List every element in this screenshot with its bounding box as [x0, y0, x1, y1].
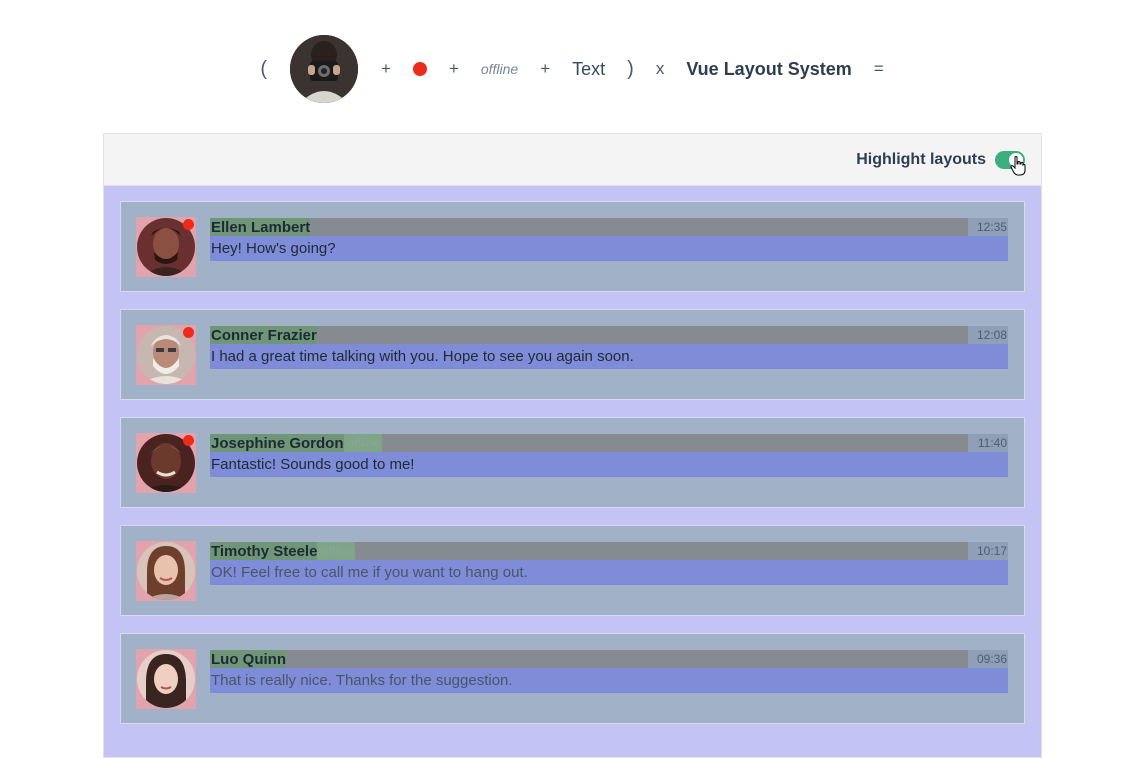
offline-label: offline	[343, 434, 382, 452]
close-paren: )	[627, 57, 634, 80]
online-status-dot	[183, 327, 194, 338]
name-wrap: Conner Frazier	[210, 326, 317, 344]
times-operator: x	[655, 59, 665, 78]
plus-operator: +	[380, 59, 391, 78]
offline-label: offline	[317, 542, 356, 560]
name-wrap: Timothy Steele offline	[210, 542, 356, 560]
highlight-layouts-label: Highlight layouts	[856, 150, 986, 168]
message-text: Fantastic! Sounds good to me!	[210, 452, 1008, 477]
message-row[interactable]: Conner Frazier 12:08 I had a great time …	[120, 309, 1025, 400]
contact-name: Timothy Steele	[211, 542, 318, 560]
plus-operator: +	[448, 59, 459, 78]
formula-banner: ( + + offline + Text ) x Vue Layout Syst…	[0, 30, 1144, 108]
message-time: 10:17	[968, 542, 1008, 560]
avatar-cell	[136, 541, 196, 601]
message-time: 12:08	[968, 326, 1008, 344]
contact-name: Josephine Gordon	[211, 434, 344, 452]
open-paren: (	[260, 57, 267, 80]
avatar-cell	[136, 649, 196, 709]
chat-list-panel: Highlight layouts Ellen Lambert 12:35 He…	[103, 133, 1042, 758]
name-wrap: Ellen Lambert	[210, 218, 311, 236]
title-bar: Josephine Gordon offline 11:40	[210, 434, 1008, 452]
name-wrap: Josephine Gordon offline	[210, 434, 382, 452]
message-time: 12:35	[968, 218, 1008, 236]
message-row[interactable]: Ellen Lambert 12:35 Hey! How's going?	[120, 201, 1025, 292]
contact-name: Conner Frazier	[211, 326, 317, 344]
message-text: I had a great time talking with you. Hop…	[210, 344, 1008, 369]
title-bar: Ellen Lambert 12:35	[210, 218, 1008, 236]
avatar-cell	[136, 325, 196, 385]
contact-name: Ellen Lambert	[211, 218, 311, 236]
avatar-cell	[136, 217, 196, 277]
avatar	[137, 542, 195, 600]
online-status-dot	[183, 219, 194, 230]
message-text: Hey! How's going?	[210, 236, 1008, 261]
offline-word: offline	[480, 61, 519, 77]
message-row[interactable]: Josephine Gordon offline 11:40 Fantastic…	[120, 417, 1025, 508]
contact-name: Luo Quinn	[211, 650, 286, 668]
message-row[interactable]: Luo Quinn 09:36 That is really nice. Tha…	[120, 633, 1025, 724]
status-dot-icon	[412, 62, 427, 76]
message-time: 11:40	[968, 434, 1008, 452]
online-status-dot	[183, 435, 194, 446]
message-time: 09:36	[968, 650, 1008, 668]
avatar	[137, 650, 195, 708]
equals-operator: =	[873, 59, 884, 78]
avatar-component-icon	[289, 35, 358, 103]
avatar-cell	[136, 433, 196, 493]
message-text: That is really nice. Thanks for the sugg…	[210, 668, 1008, 693]
brand-title: Vue Layout System	[686, 58, 852, 79]
panel-header: Highlight layouts	[104, 134, 1041, 186]
text-word: Text	[572, 58, 606, 79]
plus-operator: +	[540, 59, 551, 78]
message-text: OK! Feel free to call me if you want to …	[210, 560, 1008, 585]
title-bar: Timothy Steele offline 10:17	[210, 542, 1008, 560]
message-row[interactable]: Timothy Steele offline 10:17 OK! Feel fr…	[120, 525, 1025, 616]
title-bar: Conner Frazier 12:08	[210, 326, 1008, 344]
hand-cursor-icon	[1010, 156, 1026, 176]
message-list: Ellen Lambert 12:35 Hey! How's going? Co…	[104, 186, 1041, 724]
title-bar: Luo Quinn 09:36	[210, 650, 1008, 668]
name-wrap: Luo Quinn	[210, 650, 286, 668]
